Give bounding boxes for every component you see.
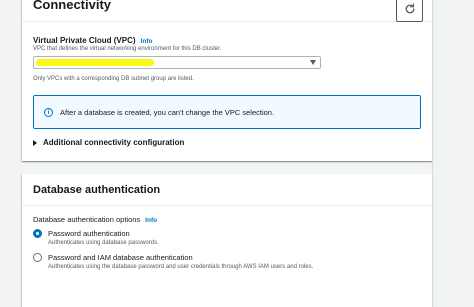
auth-options-label-row: Database authentication options Info xyxy=(33,215,157,224)
alert-text: After a database is created, you can't c… xyxy=(60,108,275,117)
refresh-button[interactable] xyxy=(396,0,423,22)
vpc-label: Virtual Private Cloud (VPC) xyxy=(33,36,136,45)
radio-password-description: Authenticates using database passwords. xyxy=(48,240,159,246)
vpc-description: VPC that defines the virtual networking … xyxy=(33,46,222,52)
connectivity-panel: Connectivity Virtual Private Cloud (VPC)… xyxy=(22,0,432,161)
info-circle-icon: i xyxy=(44,108,53,117)
connectivity-header: Connectivity xyxy=(22,0,432,22)
auth-options-label: Database authentication options xyxy=(33,215,141,224)
database-authentication-panel: Database authentication Database authent… xyxy=(22,174,432,307)
database-authentication-header: Database authentication xyxy=(22,174,432,206)
radio-password-iam-description: Authenticates using the database passwor… xyxy=(48,264,314,270)
radio-password-iam-label[interactable]: Password and IAM database authentication xyxy=(48,253,193,262)
caret-down-icon xyxy=(310,60,316,65)
refresh-icon xyxy=(404,2,416,18)
radio-password-label[interactable]: Password authentication xyxy=(48,229,130,238)
vpc-selected-value-highlight xyxy=(36,59,154,66)
vpc-select[interactable] xyxy=(33,56,321,69)
vpc-label-row: Virtual Private Cloud (VPC) Info xyxy=(33,36,152,45)
content-right-border xyxy=(432,0,433,307)
caret-right-icon xyxy=(33,139,37,146)
page-gutter xyxy=(0,0,22,307)
vpc-info-link[interactable]: Info xyxy=(141,38,153,45)
additional-connectivity-label: Additional connectivity configuration xyxy=(43,138,185,147)
radio-password-iam[interactable] xyxy=(33,253,42,262)
radio-password[interactable] xyxy=(33,229,42,238)
vpc-hint: Only VPCs with a corresponding DB subnet… xyxy=(33,76,194,82)
additional-connectivity-expander[interactable]: Additional connectivity configuration xyxy=(33,138,184,147)
auth-info-link[interactable]: Info xyxy=(145,217,157,224)
vpc-info-alert: i After a database is created, you can't… xyxy=(33,95,421,129)
database-authentication-title: Database authentication xyxy=(33,184,161,196)
connectivity-title: Connectivity xyxy=(33,0,112,12)
